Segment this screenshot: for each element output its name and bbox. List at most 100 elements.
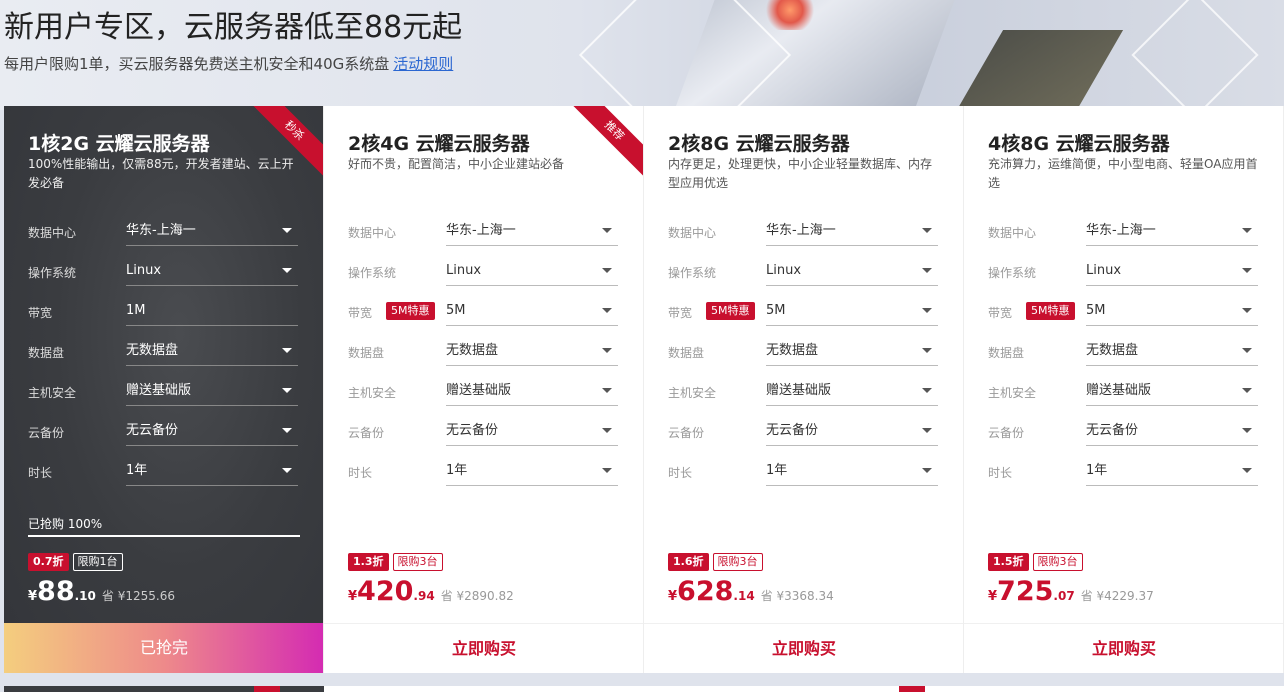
price: ¥88.10 省 ¥1255.66 xyxy=(28,576,175,607)
config-row-security: 主机安全 赠送基础版 xyxy=(28,372,300,412)
os-label: 操作系统 xyxy=(28,266,77,280)
config-row-duration: 时长 1年 xyxy=(668,452,940,492)
duration-label: 时长 xyxy=(348,466,373,480)
limit-badge: 限购3台 xyxy=(392,553,443,571)
datacenter-select[interactable]: 华东-上海一 xyxy=(446,216,618,246)
duration-select[interactable]: 1年 xyxy=(446,456,618,486)
datacenter-value: 华东-上海一 xyxy=(1086,223,1156,238)
chevron-down-icon xyxy=(602,388,612,393)
datacenter-select[interactable]: 华东-上海一 xyxy=(126,216,298,246)
price-decimal: .94 xyxy=(413,589,435,603)
backup-label: 云备份 xyxy=(28,426,65,440)
next-ribbon xyxy=(254,686,280,692)
datacenter-select[interactable]: 华东-上海一 xyxy=(1086,216,1258,246)
currency-symbol: ¥ xyxy=(28,589,38,604)
hero-decoration-block xyxy=(956,30,1124,110)
datacenter-label: 数据中心 xyxy=(348,226,397,240)
price: ¥628.14 省 ¥3368.34 xyxy=(668,576,834,607)
price-decimal: .14 xyxy=(733,589,755,603)
config-row-bandwidth: 带宽 5M特惠 5M xyxy=(668,292,940,332)
sold-out-button[interactable]: 已抢完 xyxy=(4,623,323,673)
chevron-down-icon xyxy=(1242,348,1252,353)
config-row-bandwidth: 带宽 5M特惠 5M xyxy=(348,292,620,332)
config-row-disk: 数据盘 无数据盘 xyxy=(668,332,940,372)
hero-subtitle: 每用户限购1单，买云服务器免费送主机安全和40G系统盘 活动规则 xyxy=(4,53,453,74)
bandwidth-select[interactable]: 5M xyxy=(446,296,618,326)
bandwidth-promo-badge: 5M特惠 xyxy=(386,302,435,320)
duration-label: 时长 xyxy=(668,466,693,480)
bandwidth-select[interactable]: 5M xyxy=(1086,296,1258,326)
chevron-down-icon xyxy=(922,428,932,433)
os-select[interactable]: Linux xyxy=(766,256,938,286)
card-description: 内存更足，处理更快，中小企业轻量数据库、内存型应用优选 xyxy=(668,157,933,190)
duration-value: 1年 xyxy=(446,463,468,478)
discount-badge: 1.3折 xyxy=(348,553,389,571)
discount-badge: 0.7折 xyxy=(28,553,69,571)
discount-badge: 1.5折 xyxy=(988,553,1029,571)
buy-now-button[interactable]: 立即购买 xyxy=(644,623,963,673)
disk-label: 数据盘 xyxy=(348,346,385,360)
rules-link[interactable]: 活动规则 xyxy=(393,55,453,73)
config-row-datacenter: 数据中心 华东-上海一 xyxy=(668,212,940,252)
disk-select[interactable]: 无数据盘 xyxy=(766,336,938,366)
chevron-down-icon xyxy=(282,228,292,233)
card-title: 2核4G 云耀云服务器 xyxy=(348,133,530,155)
bandwidth-label: 带宽 xyxy=(988,306,1013,320)
duration-select[interactable]: 1年 xyxy=(1086,456,1258,486)
price-integer: 420 xyxy=(357,576,414,607)
limit-badge: 限购1台 xyxy=(72,553,123,571)
disk-value: 无数据盘 xyxy=(126,343,179,358)
config-row-backup: 云备份 无云备份 xyxy=(988,412,1260,452)
duration-select[interactable]: 1年 xyxy=(126,456,298,486)
price-decimal: .07 xyxy=(1053,589,1075,603)
chevron-down-icon xyxy=(1242,268,1252,273)
security-select[interactable]: 赠送基础版 xyxy=(126,376,298,406)
backup-select[interactable]: 无云备份 xyxy=(766,416,938,446)
config-row-backup: 云备份 无云备份 xyxy=(348,412,620,452)
disk-value: 无数据盘 xyxy=(766,343,819,358)
chevron-down-icon xyxy=(602,348,612,353)
security-select[interactable]: 赠送基础版 xyxy=(1086,376,1258,406)
page-title: 新用户专区，云服务器低至88元起 xyxy=(4,10,463,45)
os-select[interactable]: Linux xyxy=(446,256,618,286)
os-select[interactable]: Linux xyxy=(1086,256,1258,286)
price-tags: 1.3折 限购3台 xyxy=(348,553,443,571)
disk-label: 数据盘 xyxy=(28,346,65,360)
chevron-down-icon xyxy=(922,228,932,233)
chevron-down-icon xyxy=(602,308,612,313)
disk-value: 无数据盘 xyxy=(446,343,499,358)
backup-select[interactable]: 无云备份 xyxy=(126,416,298,446)
security-select[interactable]: 赠送基础版 xyxy=(766,376,938,406)
card-title: 2核8G 云耀云服务器 xyxy=(668,133,850,155)
os-select[interactable]: Linux xyxy=(126,256,298,286)
disk-select[interactable]: 无数据盘 xyxy=(446,336,618,366)
next-row-preview xyxy=(4,686,1284,692)
duration-select[interactable]: 1年 xyxy=(766,456,938,486)
backup-label: 云备份 xyxy=(988,426,1025,440)
config-row-os: 操作系统 Linux xyxy=(28,252,300,292)
backup-select[interactable]: 无云备份 xyxy=(446,416,618,446)
chevron-down-icon xyxy=(282,348,292,353)
security-label: 主机安全 xyxy=(28,386,77,400)
price: ¥725.07 省 ¥4229.37 xyxy=(988,576,1154,607)
chevron-down-icon xyxy=(922,308,932,313)
disk-select[interactable]: 无数据盘 xyxy=(1086,336,1258,366)
chevron-down-icon xyxy=(282,468,292,473)
backup-select[interactable]: 无云备份 xyxy=(1086,416,1258,446)
datacenter-select[interactable]: 华东-上海一 xyxy=(766,216,938,246)
datacenter-label: 数据中心 xyxy=(28,226,77,240)
product-card: 秒杀 1核2G 云耀云服务器 100%性能输出，仅需88元，开发者建站、云上开发必备… xyxy=(4,106,324,673)
bandwidth-promo-badge: 5M特惠 xyxy=(1026,302,1075,320)
security-select[interactable]: 赠送基础版 xyxy=(446,376,618,406)
duration-label: 时长 xyxy=(28,466,53,480)
buy-now-button[interactable]: 立即购买 xyxy=(324,623,643,673)
savings-amount: 省 ¥4229.37 xyxy=(1080,589,1154,603)
backup-value: 无云备份 xyxy=(766,423,819,438)
buy-now-button[interactable]: 立即购买 xyxy=(964,623,1283,673)
bandwidth-select[interactable]: 5M xyxy=(766,296,938,326)
datacenter-label: 数据中心 xyxy=(988,226,1037,240)
config-row-security: 主机安全 赠送基础版 xyxy=(348,372,620,412)
config-row-backup: 云备份 无云备份 xyxy=(28,412,300,452)
disk-select[interactable]: 无数据盘 xyxy=(126,336,298,366)
datacenter-value: 华东-上海一 xyxy=(446,223,516,238)
